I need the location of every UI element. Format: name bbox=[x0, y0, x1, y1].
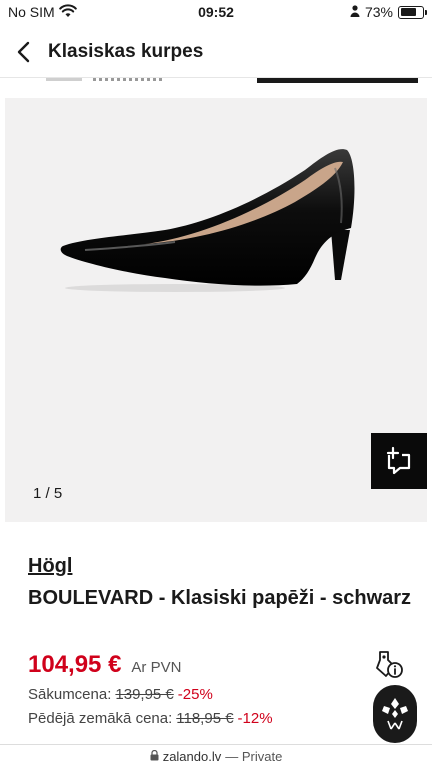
original-price: 139,95 € bbox=[115, 686, 174, 703]
lowest-discount: -12% bbox=[237, 710, 273, 727]
browser-url-bar[interactable]: zalando.lv — Private bbox=[0, 744, 432, 768]
collapsed-header-peek bbox=[0, 78, 432, 98]
add-to-board-button[interactable] bbox=[371, 433, 427, 489]
battery-icon bbox=[398, 5, 427, 19]
product-image-gallery[interactable]: 1 / 5 bbox=[5, 98, 427, 522]
price-row: 104,95 € Ar PVN bbox=[28, 651, 181, 679]
price-tag-info-icon bbox=[376, 651, 403, 678]
price-info-button[interactable] bbox=[372, 648, 406, 682]
vat-note: Ar PVN bbox=[131, 659, 182, 676]
peek-divider bbox=[93, 78, 165, 81]
status-bar: No SIM 09:52 73% bbox=[0, 0, 432, 26]
original-price-label: Sākumcena: bbox=[28, 686, 112, 703]
private-mode-label: — Private bbox=[225, 749, 283, 764]
page-title: Klasiskas kurpes bbox=[48, 41, 204, 62]
nav-bar: Klasiskas kurpes bbox=[0, 26, 432, 78]
url-domain: zalando.lv bbox=[162, 749, 222, 764]
assistant-button[interactable] bbox=[373, 685, 417, 743]
image-counter: 1 / 5 bbox=[33, 485, 63, 502]
person-icon bbox=[350, 4, 360, 20]
current-price: 104,95 € bbox=[28, 651, 122, 678]
lowest-price: 118,95 € bbox=[176, 710, 234, 727]
assistant-logo-icon bbox=[382, 698, 408, 730]
original-discount: -25% bbox=[177, 686, 213, 703]
lowest-price-row: Pēdējā zemākā cena: 118,95 € -12% bbox=[28, 710, 273, 727]
lowest-price-label: Pēdējā zemākā cena: bbox=[28, 710, 173, 727]
original-price-row: Sākumcena: 139,95 € -25% bbox=[28, 686, 213, 703]
peek-active-bar bbox=[257, 78, 418, 83]
product-name: BOULEVARD - Klasiski papēži - schwarz bbox=[28, 587, 412, 609]
peek-divider bbox=[46, 78, 82, 81]
lock-icon bbox=[150, 749, 159, 764]
shoe-image bbox=[60, 149, 355, 292]
chevron-left-icon bbox=[17, 41, 30, 63]
back-button[interactable] bbox=[10, 38, 38, 66]
add-to-board-icon bbox=[386, 446, 411, 475]
brand-link[interactable]: Högl bbox=[28, 555, 72, 578]
battery-percent: 73% bbox=[364, 4, 393, 20]
